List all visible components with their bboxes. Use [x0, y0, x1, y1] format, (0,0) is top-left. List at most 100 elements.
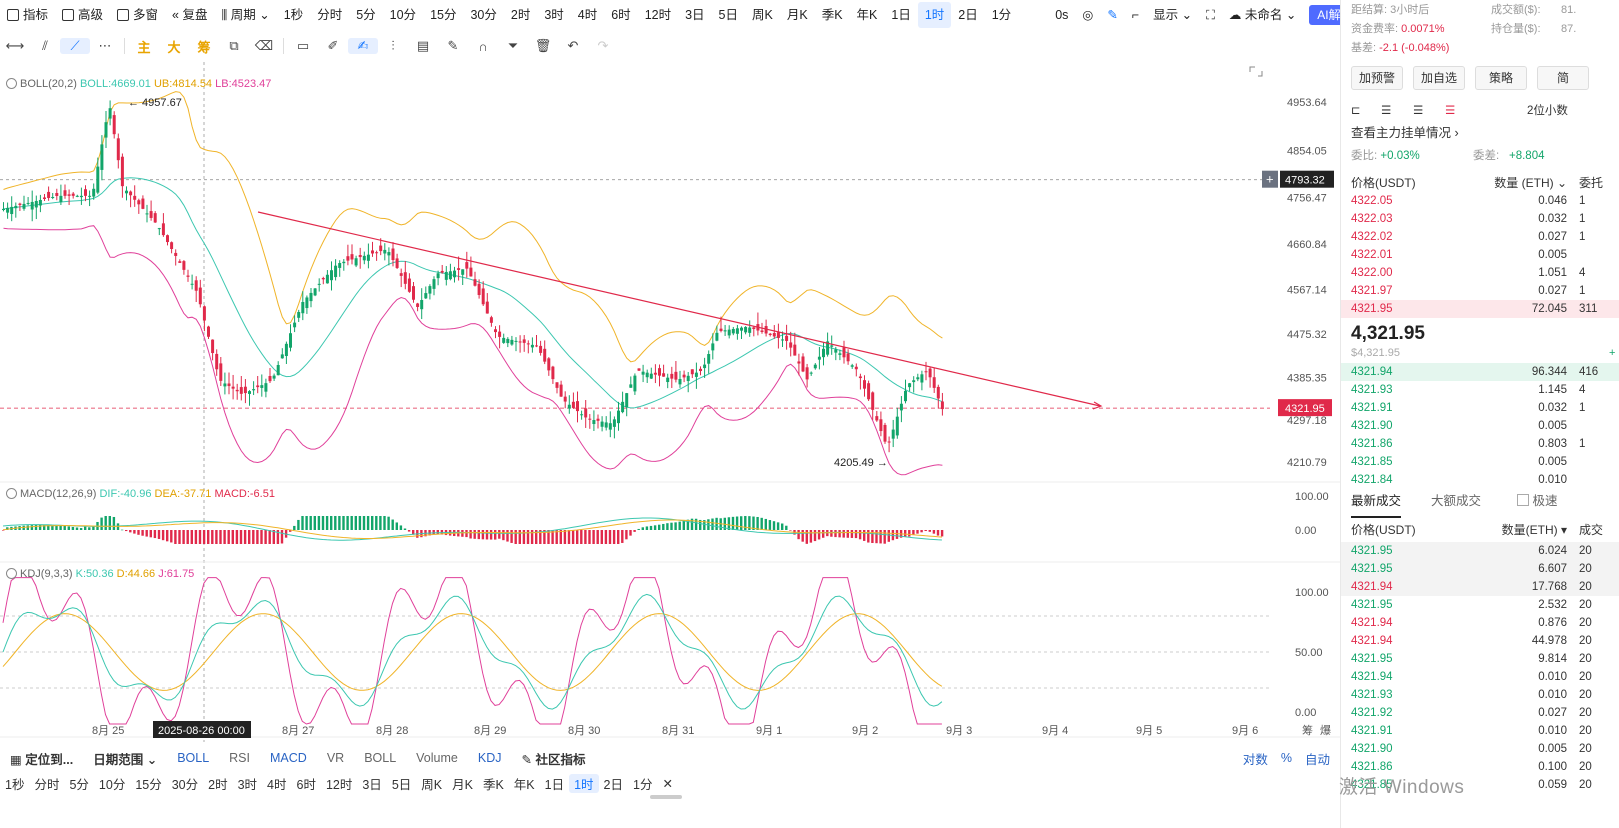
- trash-icon[interactable]: 🗑: [528, 38, 558, 54]
- interval-4[interactable]: 15分: [423, 2, 463, 28]
- book-row[interactable]: 4321.86 0.803 1: [1351, 435, 1619, 453]
- horizontal-line-icon[interactable]: ⟷: [0, 38, 30, 54]
- indicator-boll[interactable]: BOLL: [167, 751, 219, 765]
- book-row[interactable]: 4322.00 1.051 4: [1351, 264, 1619, 282]
- chip-toggle[interactable]: 筹: [189, 37, 219, 56]
- bottom-interval-19[interactable]: 2日: [599, 774, 628, 793]
- multi-window-button[interactable]: 多窗: [110, 2, 165, 28]
- main-toggle[interactable]: 主: [129, 37, 159, 56]
- camera-icon[interactable]: ◎: [1075, 2, 1100, 28]
- percent-toggle[interactable]: %: [1278, 751, 1295, 765]
- interval-17[interactable]: 1日: [884, 2, 917, 28]
- eye-icon[interactable]: [6, 568, 17, 579]
- bottom-interval-2[interactable]: 5分: [64, 774, 93, 793]
- kline-chart[interactable]: ← 4957.67 4205.49 → 4953.64 4854.05 4756.47 4…: [0, 62, 1340, 742]
- interval-16[interactable]: 年K: [850, 2, 885, 28]
- indicator-vr[interactable]: VR: [317, 751, 354, 765]
- decimals-select[interactable]: 2位小数: [1527, 102, 1568, 120]
- bottom-interval-6[interactable]: 2时: [203, 774, 232, 793]
- book-row[interactable]: 4321.91 0.032 1: [1351, 399, 1619, 417]
- interval-20[interactable]: 1分: [985, 2, 1018, 28]
- book-row[interactable]: 4321.93 1.145 4: [1351, 381, 1619, 399]
- scroll-handle[interactable]: [650, 795, 682, 799]
- advanced-button[interactable]: 高级: [55, 2, 110, 28]
- book-row[interactable]: 4321.95 72.045 311: [1341, 300, 1619, 318]
- bottom-interval-13[interactable]: 周K: [416, 774, 447, 793]
- main-orders-link[interactable]: 查看主力挂单情况 ›: [1351, 124, 1619, 142]
- book-bids-icon[interactable]: ☰: [1413, 102, 1423, 120]
- bottom-interval-12[interactable]: 5日: [387, 774, 416, 793]
- indicator-macd[interactable]: MACD: [260, 751, 317, 765]
- book-asks-icon[interactable]: ☰: [1445, 102, 1455, 120]
- qty-header[interactable]: 数量 (ETH) ⌄: [1471, 174, 1567, 192]
- interval-1[interactable]: 分时: [310, 2, 349, 28]
- interval-6[interactable]: 2时: [504, 2, 537, 28]
- book-row[interactable]: 4322.02 0.027 1: [1351, 228, 1619, 246]
- interval-11[interactable]: 3日: [678, 2, 711, 28]
- frame-icon[interactable]: ⌐: [1125, 2, 1146, 28]
- interval-9[interactable]: 6时: [604, 2, 637, 28]
- bottom-interval-1[interactable]: 分时: [29, 774, 64, 793]
- book-both-icon[interactable]: ⊏: [1351, 102, 1361, 120]
- bottom-interval-5[interactable]: 30分: [167, 774, 203, 793]
- pen-icon[interactable]: ✎: [1100, 2, 1124, 28]
- book-row[interactable]: 4322.01 0.005: [1351, 246, 1619, 264]
- close-icon[interactable]: ✕: [657, 776, 677, 791]
- eye-icon[interactable]: [6, 78, 17, 89]
- book-row[interactable]: 4321.97 0.027 1: [1351, 282, 1619, 300]
- interval-5[interactable]: 30分: [463, 2, 503, 28]
- measure-icon[interactable]: ⫶: [378, 38, 408, 54]
- book-row[interactable]: 4321.84 0.010: [1351, 471, 1619, 489]
- bottom-interval-14[interactable]: 月K: [447, 774, 478, 793]
- magnet-icon[interactable]: ∩: [468, 39, 498, 54]
- interval-19[interactable]: 2日: [951, 2, 984, 28]
- trend-line-icon[interactable]: ⟋: [60, 38, 90, 54]
- bottom-interval-11[interactable]: 3日: [357, 774, 386, 793]
- bottom-interval-9[interactable]: 6时: [292, 774, 321, 793]
- filter-icon[interactable]: ⏷: [498, 38, 528, 54]
- undo-icon[interactable]: ↶: [558, 38, 588, 54]
- date-range-button[interactable]: 日期范围 ⌄: [83, 749, 167, 768]
- bottom-interval-17[interactable]: 1日: [540, 774, 569, 793]
- edit-doc-icon[interactable]: ✎: [438, 38, 468, 54]
- multi-line-icon[interactable]: ⫽: [30, 38, 60, 54]
- strategy-button[interactable]: 策略: [1475, 66, 1527, 90]
- trade-qty-header[interactable]: 数量(ETH) ▾: [1471, 521, 1567, 539]
- interval-13[interactable]: 周K: [745, 2, 780, 28]
- display-button[interactable]: 显示 ⌄: [1146, 2, 1199, 28]
- add-watchlist-button[interactable]: 加自选: [1413, 66, 1465, 90]
- book-row[interactable]: 4321.94 96.344 416: [1341, 363, 1619, 381]
- checkbox[interactable]: [1517, 494, 1529, 506]
- bottom-interval-4[interactable]: 15分: [130, 774, 166, 793]
- bottom-interval-0[interactable]: 1秒: [0, 774, 29, 793]
- note-icon[interactable]: ▭: [288, 38, 318, 54]
- book-row[interactable]: 4322.03 0.032 1: [1351, 210, 1619, 228]
- auto-scale-toggle[interactable]: 自动: [1295, 749, 1340, 768]
- book-row[interactable]: 4321.85 0.005: [1351, 453, 1619, 471]
- interval-12[interactable]: 5日: [712, 2, 745, 28]
- big-toggle[interactable]: 大: [159, 37, 189, 56]
- indicator-kdj[interactable]: KDJ: [468, 751, 512, 765]
- more-tools-icon[interactable]: ⋯: [90, 38, 120, 54]
- period-button[interactable]: ⫼ 周期 ⌄: [215, 2, 277, 28]
- interval-8[interactable]: 4时: [571, 2, 604, 28]
- log-scale-toggle[interactable]: 对数: [1233, 749, 1278, 768]
- bottom-interval-20[interactable]: 1分: [628, 774, 657, 793]
- eraser-icon[interactable]: ⌫: [249, 38, 279, 54]
- bottom-interval-8[interactable]: 4时: [262, 774, 291, 793]
- fast-toggle[interactable]: 极速: [1517, 492, 1558, 510]
- layout-name-button[interactable]: ☁ 未命名 ⌄: [1222, 2, 1303, 28]
- clipboard-icon[interactable]: ▤: [408, 38, 438, 54]
- bottom-interval-15[interactable]: 季K: [478, 774, 509, 793]
- interval-2[interactable]: 5分: [349, 2, 382, 28]
- bottom-interval-18[interactable]: 1时: [569, 773, 599, 793]
- chart-area[interactable]: ← 4957.67 4205.49 → 4953.64 4854.05 4756.47 4…: [0, 62, 1340, 742]
- fullscreen-icon[interactable]: ⛶: [1199, 2, 1222, 28]
- interval-0[interactable]: 1秒: [277, 2, 310, 28]
- seconds-toggle[interactable]: 0s: [1048, 2, 1075, 28]
- interval-15[interactable]: 季K: [815, 2, 850, 28]
- indicator-volume[interactable]: Volume: [406, 751, 468, 765]
- replay-button[interactable]: « 复盘: [165, 2, 214, 28]
- eye-icon[interactable]: [6, 488, 17, 499]
- interval-14[interactable]: 月K: [780, 2, 815, 28]
